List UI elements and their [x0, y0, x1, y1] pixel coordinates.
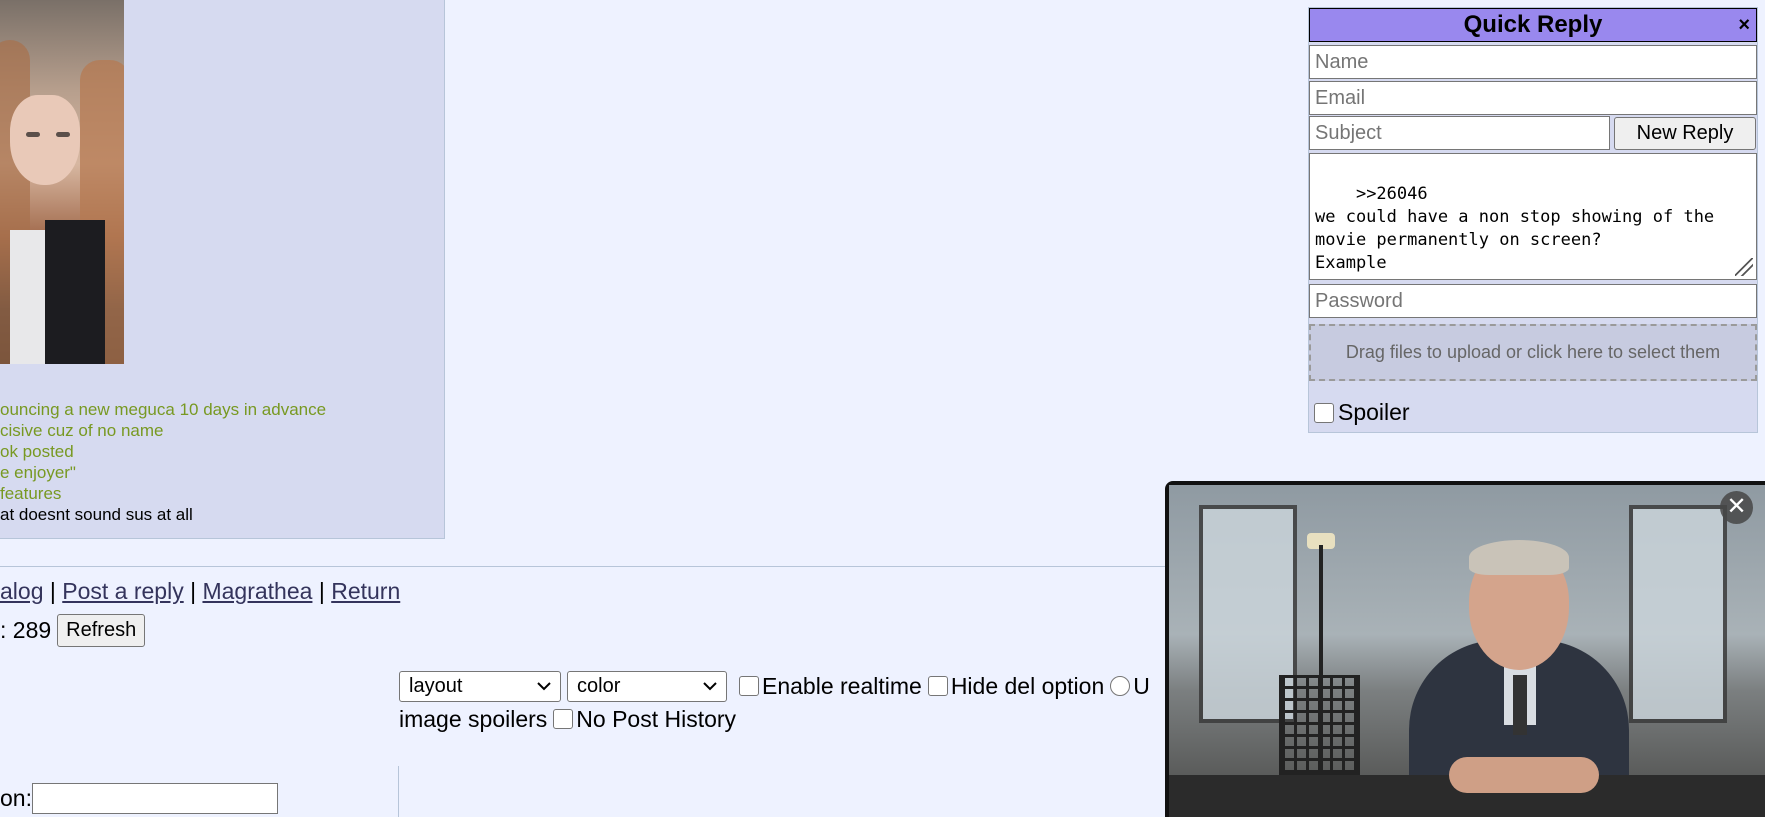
greentext-line: e enjoyer"	[0, 463, 76, 482]
video-detail	[1469, 540, 1569, 575]
video-detail	[1279, 675, 1360, 776]
no-post-history-checkbox[interactable]	[553, 709, 574, 729]
option-radio-label: U	[1133, 672, 1150, 699]
video-detail	[1513, 675, 1527, 735]
video-detail	[1629, 505, 1727, 723]
thread-nav-links: alog | Post a reply | Magrathea | Return	[0, 578, 400, 605]
post-counter: : 289 Refresh	[0, 614, 146, 647]
name-field[interactable]: Name	[1309, 45, 1757, 79]
nav-separator: |	[312, 578, 332, 604]
enable-realtime-checkbox[interactable]	[739, 676, 759, 696]
spoiler-label: Spoiler	[1338, 399, 1410, 425]
password-field[interactable]: Password	[1309, 284, 1757, 318]
close-video-icon[interactable]: ✕	[1720, 491, 1753, 524]
image-detail	[56, 132, 70, 137]
counter-text: : 289	[0, 617, 52, 643]
greentext-line: ouncing a new meguca 10 days in advance	[0, 400, 327, 419]
video-frame	[1169, 485, 1765, 817]
nav-separator: |	[183, 578, 203, 604]
divider	[398, 766, 399, 817]
greentext-line: ok posted	[0, 442, 74, 461]
board-options: layout color Enable realtime Hide del op…	[399, 668, 1150, 734]
chevron-down-icon	[537, 682, 551, 691]
greentext-line: features	[0, 484, 62, 503]
color-select-value: color	[577, 674, 621, 697]
magrathea-link[interactable]: Magrathea	[202, 578, 312, 604]
post-reply-link[interactable]: Post a reply	[62, 578, 183, 604]
greentext-line: cisive cuz of no name	[0, 421, 164, 440]
layout-select[interactable]: layout	[399, 670, 561, 702]
subject-field[interactable]: Subject	[1309, 116, 1610, 150]
filter-row: on:	[0, 783, 278, 814]
message-textarea[interactable]: >>26046 we could have a non stop showing…	[1309, 153, 1757, 280]
close-icon[interactable]: ×	[1738, 9, 1750, 41]
image-detail	[10, 95, 80, 185]
chevron-down-icon	[703, 682, 717, 691]
resize-handle-icon[interactable]	[1735, 258, 1753, 276]
file-drop-zone[interactable]: Drag files to upload or click here to se…	[1309, 324, 1757, 381]
option-radio[interactable]	[1110, 676, 1131, 696]
image-spoilers-label: image spoilers	[399, 705, 548, 732]
quick-reply-title: Quick Reply	[1463, 11, 1603, 38]
post-container: ouncing a new meguca 10 days in advance …	[0, 0, 445, 539]
spoiler-checkbox[interactable]	[1314, 402, 1334, 423]
enable-realtime-label: Enable realtime	[762, 672, 922, 699]
filter-input[interactable]	[31, 783, 278, 814]
video-detail	[1449, 757, 1599, 793]
image-detail	[26, 132, 40, 137]
quick-reply-header[interactable]: Quick Reply ×	[1309, 8, 1757, 42]
nav-separator: |	[43, 578, 63, 604]
hide-del-option-label: Hide del option	[950, 672, 1105, 699]
layout-select-value: layout	[409, 674, 463, 697]
email-field[interactable]: Email	[1309, 81, 1757, 115]
divider	[0, 566, 1170, 567]
video-player[interactable]	[1165, 481, 1765, 817]
catalog-link[interactable]: alog	[0, 578, 43, 604]
message-text: >>26046 we could have a non stop showing…	[1315, 184, 1715, 273]
image-detail	[45, 220, 105, 364]
quick-reply-panel: Quick Reply × Name Email Subject New Rep…	[1308, 7, 1758, 433]
spoiler-option: Spoiler	[1314, 399, 1410, 426]
hide-del-option-checkbox[interactable]	[927, 676, 948, 696]
post-text-line: at doesnt sound sus at all	[0, 505, 193, 524]
new-reply-button[interactable]: New Reply	[1614, 117, 1756, 150]
post-thumbnail-image[interactable]	[0, 0, 124, 364]
filter-label: on:	[0, 785, 32, 811]
post-body: ouncing a new meguca 10 days in advance …	[0, 399, 326, 525]
no-post-history-label: No Post History	[576, 705, 737, 732]
color-select[interactable]: color	[567, 670, 727, 702]
refresh-button[interactable]: Refresh	[57, 614, 146, 647]
return-link[interactable]: Return	[331, 578, 400, 604]
